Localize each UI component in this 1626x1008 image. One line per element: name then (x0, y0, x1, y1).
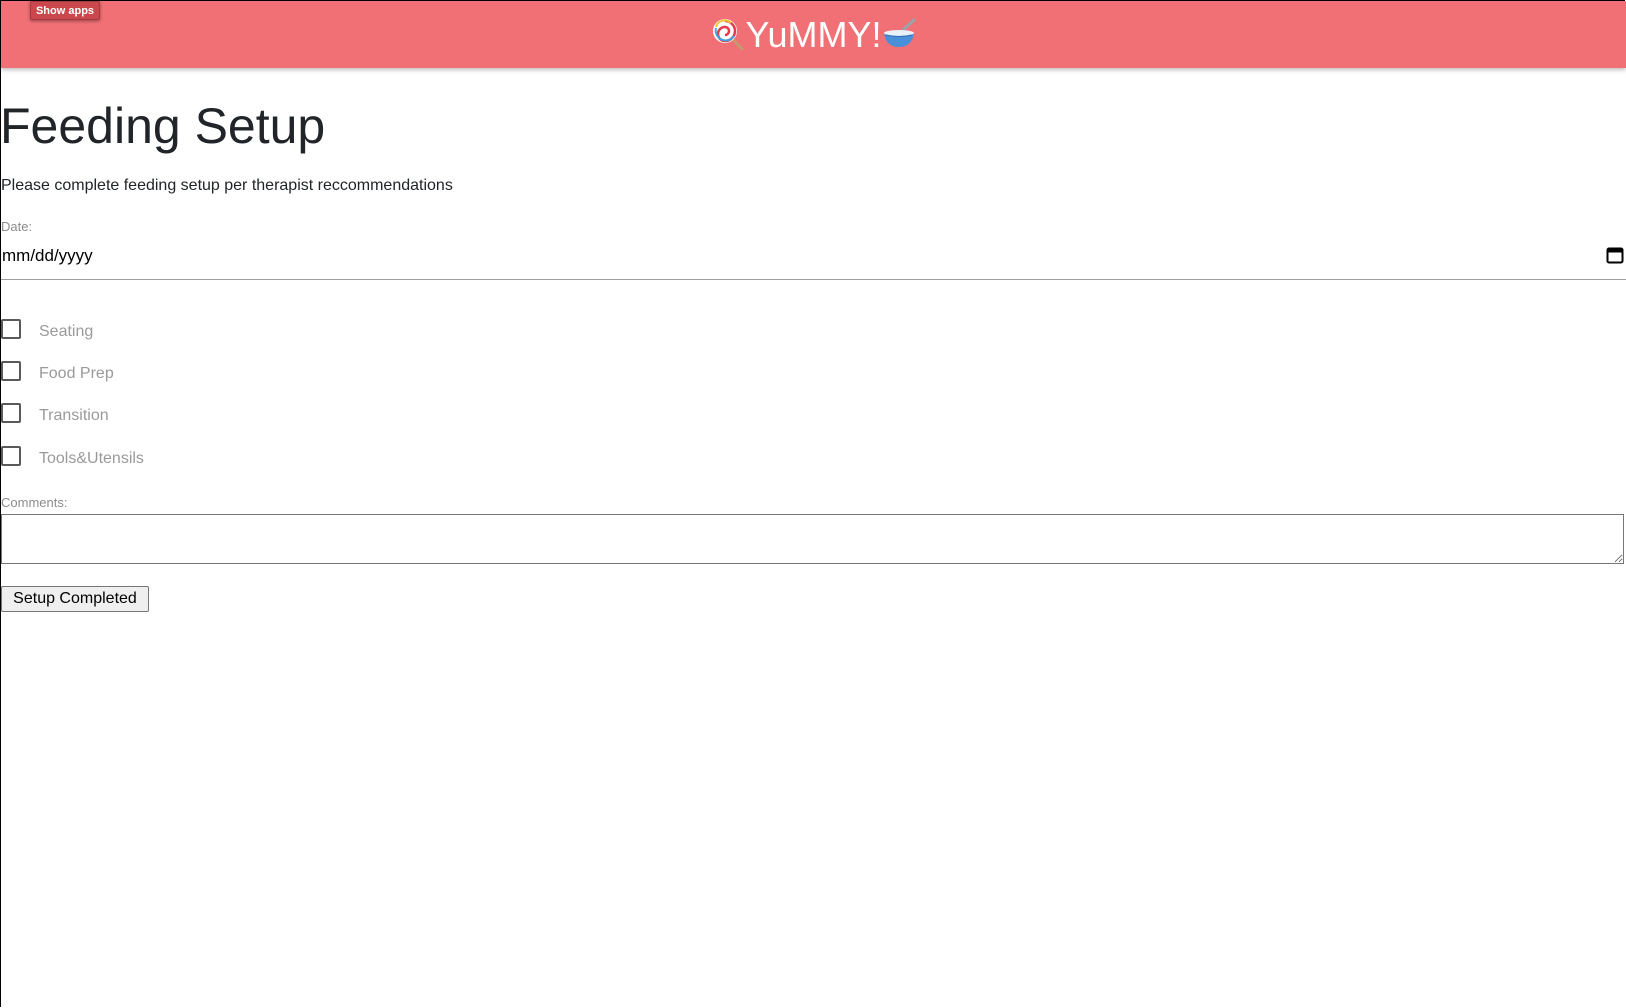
comments-field[interactable] (1, 514, 1624, 564)
checklist-item-transition[interactable]: Transition (1, 403, 109, 428)
comments-label: Comments: (1, 495, 68, 510)
seating-checkbox[interactable] (1, 319, 21, 339)
checklist-label: Tools&Utensils (39, 450, 144, 467)
page-subtitle: Please complete feeding setup per therap… (1, 177, 453, 194)
setup-completed-button[interactable]: Setup Completed (1, 586, 149, 612)
transition-checkbox[interactable] (1, 403, 21, 423)
date-field (1, 241, 1626, 280)
show-apps-button[interactable]: Show apps (30, 1, 100, 20)
food-prep-checkbox[interactable] (1, 361, 21, 381)
lollipop-icon (713, 19, 744, 51)
brand-name: YuMMY! (745, 14, 882, 55)
checklist-label: Seating (39, 323, 94, 340)
checklist-label: Transition (39, 407, 109, 424)
date-input[interactable] (2, 241, 1502, 271)
checklist-label: Food Prep (39, 365, 114, 382)
brand-title: YuMMY! (1, 13, 1626, 57)
calendar-icon[interactable] (1606, 246, 1624, 264)
checklist-item-food-prep[interactable]: Food Prep (1, 361, 114, 386)
bowl-with-spoon-icon (883, 18, 916, 48)
app-header: YuMMY! (1, 1, 1626, 68)
tools-utensils-checkbox[interactable] (1, 446, 21, 466)
date-label: Date: (1, 219, 33, 234)
checklist-item-tools-utensils[interactable]: Tools&Utensils (1, 446, 144, 471)
page-title: Feeding Setup (0, 98, 326, 154)
checklist-item-seating[interactable]: Seating (1, 319, 94, 344)
